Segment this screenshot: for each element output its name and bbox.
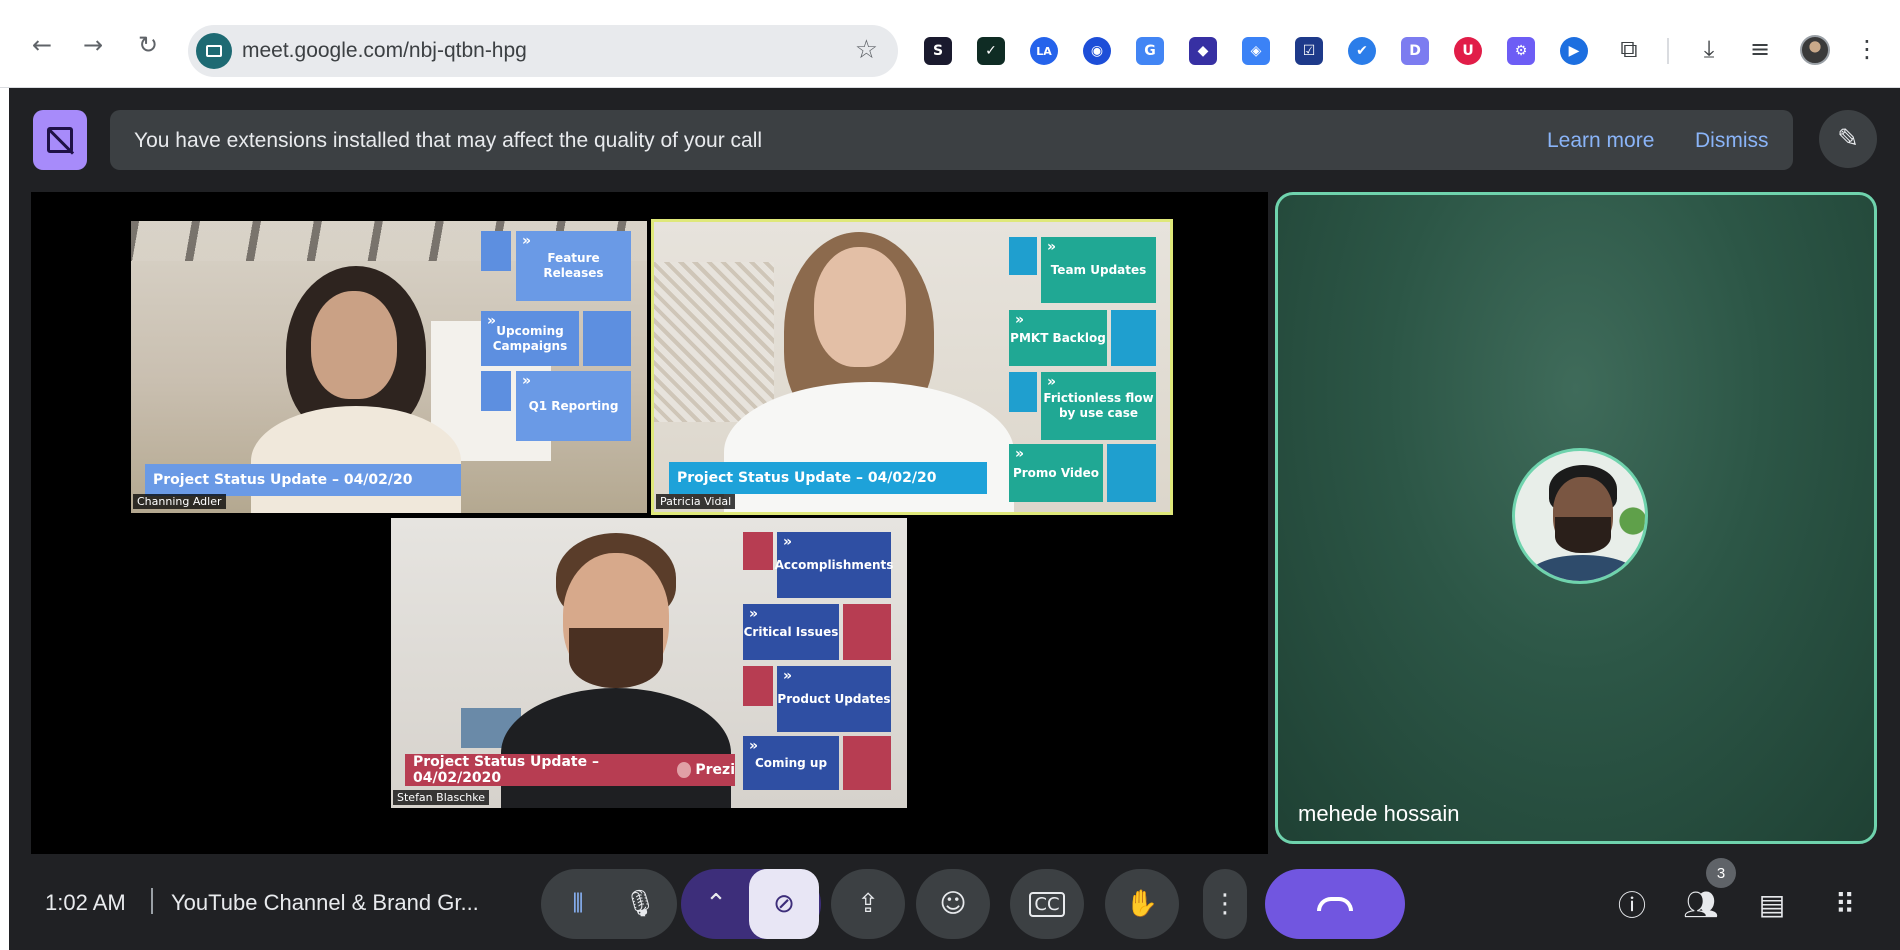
extension-check-terminal-icon[interactable]: ✓ <box>977 37 1005 65</box>
prezi-box: » Team Updates <box>1041 237 1156 303</box>
prezi-box: » Q1 Reporting <box>516 371 631 441</box>
extension-play-icon[interactable]: ▶ <box>1560 37 1588 65</box>
arrow-left-icon[interactable]: ← <box>27 30 57 60</box>
end-call-button[interactable] <box>1265 869 1405 939</box>
toolbar-divider <box>1667 38 1669 64</box>
extension-checkbox-icon[interactable]: ☑ <box>1295 37 1323 65</box>
extensions-warning-banner: You have extensions installed that may a… <box>110 110 1793 170</box>
meeting-time: 1:02 AM <box>45 890 126 915</box>
puzzle-icon[interactable]: ⧉ <box>1613 33 1645 65</box>
chat-icon[interactable]: ▤ <box>1750 882 1794 926</box>
caption-text: Project Status Update – 04/02/2020 <box>413 754 599 786</box>
extension-diamond-icon[interactable]: ◆ <box>1189 37 1217 65</box>
info-icon[interactable]: ⓘ <box>1610 882 1654 926</box>
reload-icon[interactable]: ↻ <box>133 30 163 60</box>
arrow-right-icon[interactable]: → <box>78 30 108 60</box>
chevron-up-icon[interactable]: ⌃ <box>683 869 749 939</box>
caption-brand: Prezi <box>695 762 735 778</box>
participant-name: Patricia Vidal <box>656 494 736 509</box>
apps-grid-icon[interactable]: ⠿ <box>1823 882 1867 926</box>
slide-caption: Project Status Update – 04/02/20 <box>669 462 987 494</box>
meet-page: You have extensions installed that may a… <box>9 88 1900 950</box>
extension-la-icon[interactable]: LA <box>1030 37 1058 65</box>
prezi-box: » PMKT Backlog <box>1009 310 1107 366</box>
participant-count-badge: 3 <box>1706 858 1736 888</box>
prezi-box: » Critical Issues <box>743 604 839 660</box>
time-divider <box>151 888 153 914</box>
video-tile-stefan[interactable]: » Accomplishments » Critical Issues » Produ… <box>391 518 907 808</box>
camera-off-icon[interactable]: ⊘ <box>749 869 819 939</box>
prezi-box: » Product Updates <box>777 666 891 732</box>
slide-caption: Project Status Update – 04/02/2020 Prezi <box>405 754 735 786</box>
microphone-icon[interactable]: 🎙︎ <box>609 869 671 939</box>
participant-name: Stefan Blaschke <box>393 790 489 805</box>
more-vertical-icon[interactable]: ⋮ <box>1203 869 1247 939</box>
audio-level-icon: ⦀ <box>572 888 584 919</box>
extension-shield-u-icon[interactable]: U <box>1454 37 1482 65</box>
prezi-box: » Feature Releases <box>516 231 631 301</box>
self-name: mehede hossain <box>1298 801 1460 826</box>
presentation-stage: » Feature Releases » Upcoming Campaigns » Q… <box>31 192 1268 854</box>
extension-warning-icon <box>33 110 87 170</box>
camera-control[interactable]: ⌃ ⊘ <box>681 869 821 939</box>
url-text[interactable]: meet.google.com/nbj-qtbn-hpg <box>242 39 527 63</box>
slide-caption: Project Status Update – 04/02/20 <box>145 464 461 496</box>
pen-effects-icon[interactable]: ✎ <box>1819 110 1877 168</box>
site-info-icon[interactable] <box>196 33 232 69</box>
prezi-logo-icon <box>676 762 692 778</box>
learn-more-link[interactable]: Learn more <box>1547 129 1654 153</box>
video-tile-channing[interactable]: » Feature Releases » Upcoming Campaigns » Q… <box>131 221 647 513</box>
meeting-title[interactable]: YouTube Channel & Brand Gr... <box>171 890 479 916</box>
star-icon[interactable]: ☆ <box>855 35 878 65</box>
more-vertical-icon[interactable]: ⋮ <box>1851 33 1883 65</box>
extension-gear-icon[interactable]: ⚙ <box>1507 37 1535 65</box>
prezi-box: » Promo Video <box>1009 444 1103 502</box>
video-tile-patricia[interactable]: » Team Updates » PMKT Backlog » Frictionles… <box>651 219 1173 515</box>
extension-translate-icon[interactable]: G <box>1136 37 1164 65</box>
prezi-box: » Accomplishments <box>775 532 893 598</box>
end-call-icon <box>1317 897 1353 911</box>
microphone-control[interactable]: ⦀ 🎙︎ <box>541 869 677 939</box>
extension-d-icon[interactable]: D <box>1401 37 1429 65</box>
participant-name: Channing Adler <box>133 494 226 509</box>
banner-message: You have extensions installed that may a… <box>134 129 763 152</box>
dismiss-button[interactable]: Dismiss <box>1695 129 1769 153</box>
people-icon[interactable]: 👥︎ <box>1679 882 1723 926</box>
media-control-icon[interactable]: ≡ <box>1744 33 1776 65</box>
self-avatar <box>1512 448 1648 584</box>
self-video-tile[interactable]: mehede hossain <box>1275 192 1877 844</box>
present-screen-icon[interactable]: ⇪ <box>831 869 905 939</box>
browser-toolbar: ← → ↻ meet.google.com/nbj-qtbn-hpg ☆ S ✓… <box>0 0 1900 88</box>
extension-s-icon[interactable]: S <box>924 37 952 65</box>
window-edge <box>0 88 9 950</box>
emoji-icon[interactable]: ☺ <box>916 869 990 939</box>
extension-badge-check-icon[interactable]: ✔ <box>1348 37 1376 65</box>
extension-globe-icon[interactable]: ◉ <box>1083 37 1111 65</box>
raise-hand-icon[interactable]: ✋ <box>1105 869 1179 939</box>
download-icon[interactable]: ⤓ <box>1693 33 1725 65</box>
prezi-box: » Upcoming Campaigns <box>481 311 579 366</box>
profile-avatar-icon[interactable] <box>1800 35 1830 65</box>
address-bar[interactable]: meet.google.com/nbj-qtbn-hpg ☆ <box>188 25 898 77</box>
captions-icon[interactable]: CC <box>1010 869 1084 939</box>
extension-tag-icon[interactable]: ◈ <box>1242 37 1270 65</box>
prezi-box: » Coming up <box>743 736 839 790</box>
prezi-box: » Frictionless flow by use case <box>1041 372 1156 440</box>
